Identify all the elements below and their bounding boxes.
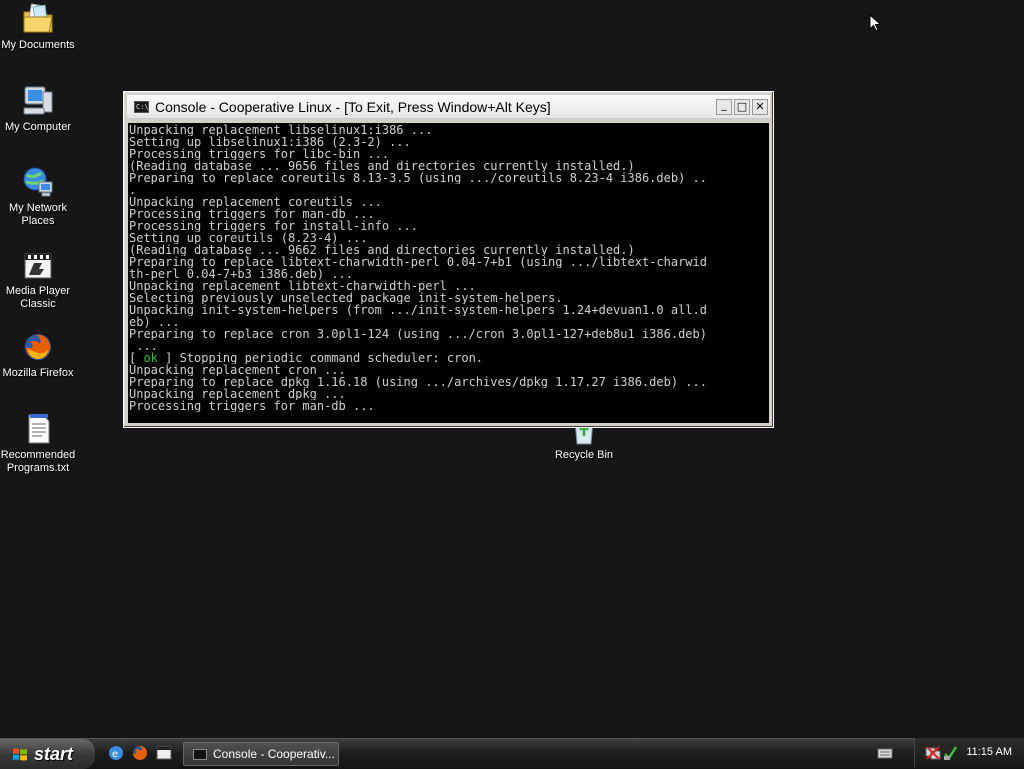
console-line: Setting up libselinux1:i386 (2.3-2) ...	[129, 136, 411, 148]
ok-suffix: ] Stopping periodic command scheduler: c…	[157, 352, 484, 364]
command-prompt-icon	[193, 749, 207, 760]
desktop-icon-mozilla-firefox[interactable]: Mozilla Firefox	[0, 330, 76, 380]
console-window[interactable]: C:\ Console - Cooperative Linux - [To Ex…	[123, 91, 774, 428]
desktop-icon-label: Recommended Programs.txt	[0, 449, 76, 474]
console-line: Processing triggers for man-db ...	[129, 400, 375, 412]
ok-prefix: [	[129, 352, 144, 364]
media-player-icon	[24, 253, 52, 279]
folder-documents-icon	[23, 3, 53, 33]
console-line: Processing triggers for man-db ...	[129, 208, 375, 220]
network-status-icon[interactable]	[925, 745, 941, 761]
desktop-icon-label: My Computer	[4, 121, 72, 133]
desktop-icon-label: My Network Places	[8, 202, 68, 227]
console-line: .	[129, 184, 137, 196]
console-line: Unpacking init-system-helpers (from .../…	[129, 304, 707, 316]
ok-status: ok	[143, 352, 158, 364]
console-line: Preparing to replace coreutils 8.13-3.5 …	[129, 172, 707, 184]
start-button[interactable]: start	[0, 739, 95, 769]
quicklaunch-media-player-icon[interactable]	[155, 744, 173, 762]
start-label: start	[34, 744, 74, 764]
desktop-icon-my-network-places[interactable]: My Network Places	[0, 165, 76, 228]
console-line: Preparing to replace cron 3.0pl1-124 (us…	[129, 328, 707, 340]
console-line: Unpacking replacement dpkg ...	[129, 388, 346, 400]
desktop-icon-label: My Documents	[1, 39, 75, 51]
system-tray: 11:15 AM	[914, 738, 1024, 768]
desktop-icon-label: Media Player Classic	[5, 285, 71, 310]
console-line: Unpacking replacement cron ...	[129, 364, 346, 376]
svg-text:e: e	[112, 749, 118, 760]
console-line: Preparing to replace libtext-charwidth-p…	[129, 256, 707, 268]
safely-remove-hardware-icon[interactable]	[943, 745, 957, 761]
console-line: Preparing to replace dpkg 1.16.18 (using…	[129, 376, 707, 388]
desktop-icon-my-documents[interactable]: My Documents	[0, 2, 76, 52]
console-line: (Reading database ... 9662 files and dir…	[129, 244, 635, 256]
console-ok-line: [ ok ] Stopping periodic command schedul…	[129, 352, 768, 364]
maximize-button[interactable]: □	[734, 99, 750, 115]
taskbar-item-label: Console - Cooperativ...	[213, 747, 335, 761]
windows-flag-icon	[13, 748, 27, 761]
console-line: th-perl_0.04-7+b3_i386.deb) ...	[129, 268, 353, 280]
quicklaunch-internet-explorer-icon[interactable]: e	[107, 744, 125, 762]
desktop-icon-media-player-classic[interactable]: Media Player Classic	[0, 248, 76, 311]
quicklaunch-firefox-icon[interactable]	[131, 744, 149, 762]
firefox-icon	[25, 334, 51, 360]
console-line: Setting up coreutils (8.23-4) ...	[129, 232, 368, 244]
console-line: Processing triggers for install-info ...	[129, 220, 418, 232]
desktop-icon-label: Mozilla Firefox	[2, 367, 74, 379]
computer-icon	[23, 86, 53, 115]
text-file-icon	[28, 414, 50, 444]
window-title: Console - Cooperative Linux - [To Exit, …	[155, 99, 551, 115]
desktop-icon-label: Recycle Bin	[554, 449, 614, 461]
console-line: Unpacking replacement libtext-charwidth-…	[129, 280, 476, 292]
mouse-cursor-icon	[869, 14, 881, 32]
console-output[interactable]: Unpacking replacement libselinux1:i386 .…	[128, 123, 769, 423]
desktop-icon-recommended-programs[interactable]: Recommended Programs.txt	[0, 412, 76, 475]
console-line: Selecting previously unselected package …	[129, 292, 563, 304]
network-places-icon	[23, 167, 53, 197]
console-line: (Reading database ... 9656 files and dir…	[129, 160, 635, 172]
close-button[interactable]: ✕	[752, 99, 768, 115]
minimize-button[interactable]: _	[716, 99, 732, 115]
taskbar: start	[0, 738, 1024, 769]
console-line: Unpacking replacement libselinux1:i386 .…	[129, 124, 433, 136]
console-line: ...	[129, 340, 158, 352]
console-line: Processing triggers for libc-bin ...	[129, 148, 390, 160]
taskbar-item-console[interactable]: Console - Cooperativ...	[183, 742, 339, 766]
console-line: Unpacking replacement coreutils ...	[129, 196, 382, 208]
taskbar-clock[interactable]: 11:15 AM	[966, 746, 1012, 758]
console-line: eb) ...	[129, 316, 180, 328]
console-titlebar[interactable]: C:\ Console - Cooperative Linux - [To Ex…	[127, 95, 770, 119]
desktop-icon-my-computer[interactable]: My Computer	[0, 84, 76, 134]
command-prompt-icon: C:\	[134, 101, 149, 113]
keyboard-icon[interactable]	[877, 746, 893, 760]
